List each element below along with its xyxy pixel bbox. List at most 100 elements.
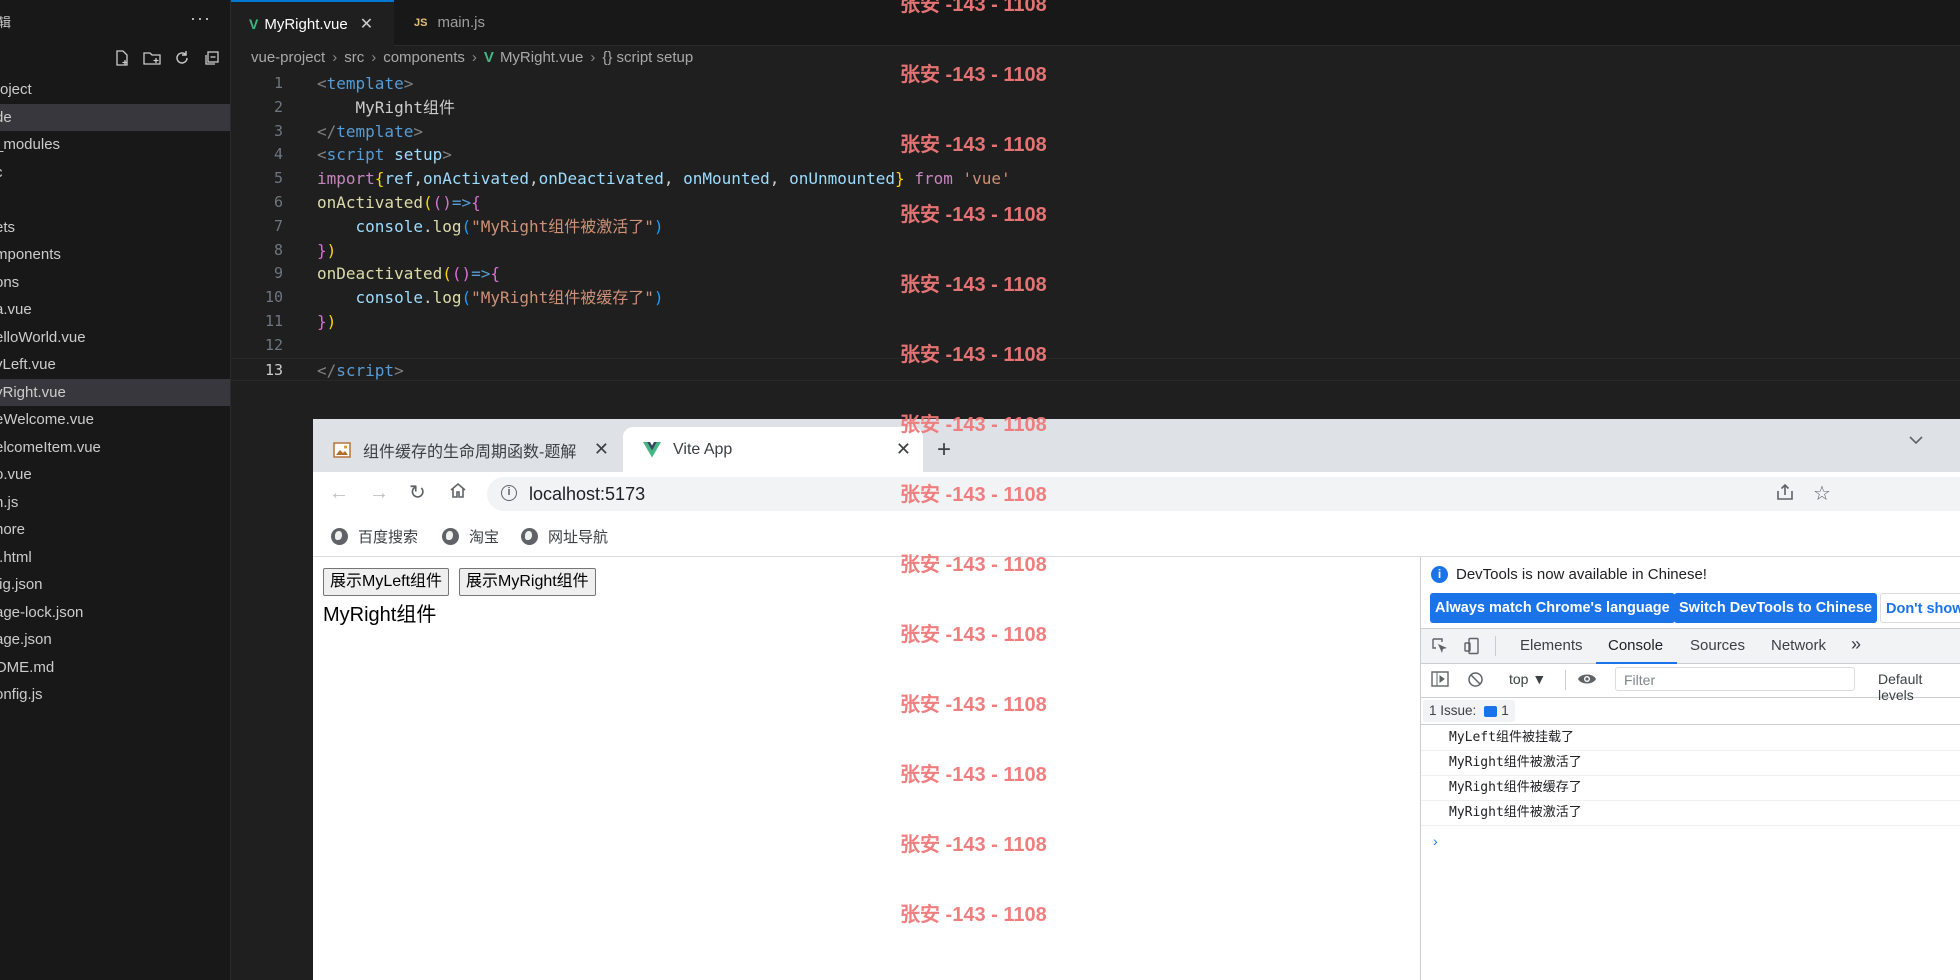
file-tree-item-label: nore [0, 521, 26, 538]
more-tabs-icon[interactable]: » [1851, 634, 1861, 655]
issues-button[interactable]: 1 Issue: 1 [1423, 700, 1515, 722]
breadcrumb-item[interactable]: src [344, 49, 364, 66]
back-icon[interactable]: ← [329, 482, 349, 505]
file-tree-item[interactable]: de [0, 103, 230, 131]
file-tree-item[interactable]: onfig.js [0, 681, 230, 709]
tab-sources[interactable]: Sources [1690, 637, 1745, 654]
chevron-right-icon: › [590, 49, 596, 66]
file-tree-item[interactable]: t.html [0, 544, 230, 572]
device-toolbar-icon[interactable] [1463, 637, 1481, 660]
more-actions-icon[interactable]: ··· [190, 8, 211, 29]
breadcrumb-item[interactable]: vue-project [251, 49, 325, 66]
file-tree-item[interactable]: age-lock.json [0, 599, 230, 627]
console-filter-input[interactable]: Filter [1615, 667, 1855, 691]
tab-console[interactable]: Console [1595, 637, 1678, 664]
tab-label: MyRight.vue [264, 15, 348, 33]
show-myright-button[interactable]: 展示MyRight组件 [459, 568, 596, 596]
divider [1495, 636, 1496, 656]
file-tree-item[interactable]: age.json [0, 626, 230, 654]
file-tree-item[interactable]: mponents [0, 241, 230, 269]
tab-myright-vue[interactable]: V MyRight.vue ✕ [231, 0, 394, 47]
file-tree-item-label: de [0, 108, 12, 126]
new-folder-icon[interactable] [142, 49, 162, 67]
file-tree-item[interactable]: elloWorld.vue [0, 324, 230, 352]
sidebar-toggle-icon[interactable] [1431, 671, 1449, 692]
file-tree-item[interactable]: ons [0, 269, 230, 297]
file-tree-item[interactable]: ets [0, 214, 230, 242]
clear-console-icon[interactable] [1467, 671, 1484, 693]
chevron-right-icon: › [471, 49, 477, 66]
switch-to-chinese-button[interactable]: Switch DevTools to Chinese [1674, 593, 1878, 623]
watermark-text: 张安 -143 - 1108 [900, 204, 1047, 226]
code-line: </template> [317, 121, 423, 141]
file-tree-item[interactable]: c [0, 159, 230, 187]
line-number: 3 [273, 121, 283, 140]
file-tree-item[interactable]: OME.md [0, 654, 230, 682]
notice-text: DevTools is now available in Chinese! [1456, 566, 1707, 583]
file-tree-item-label: yLeft.vue [0, 356, 56, 373]
file-tree-item[interactable] [0, 186, 230, 214]
file-tree-item-label: ons [0, 273, 20, 291]
file-tree-item[interactable]: eWelcome.vue [0, 406, 230, 434]
home-icon[interactable] [449, 481, 467, 505]
watermark-text: 张安 -143 - 1108 [900, 904, 1047, 926]
line-number: 11 [264, 311, 283, 330]
tab-main-js[interactable]: JS main.js [396, 0, 546, 45]
console-prompt[interactable]: › [1433, 833, 1438, 849]
bookmark-nav[interactable]: 网址导航 [521, 526, 608, 547]
devtools-panel: i DevTools is now available in Chinese! … [1420, 557, 1960, 980]
code-editor[interactable]: 1 <template> 2 MyRight组件 3 </template> 4 <s… [231, 72, 1960, 382]
browser-toolbar: ← → ↻ i localhost:5173 ☆ [313, 472, 1960, 516]
bookmark-star-icon[interactable]: ☆ [1813, 481, 1831, 506]
code-line: console.log("MyRight组件被激活了") [355, 216, 664, 236]
file-tree-item-label: a.vue [0, 301, 32, 318]
show-myleft-button[interactable]: 展示MyLeft组件 [323, 568, 450, 596]
context-selector[interactable]: top ▼ [1509, 671, 1546, 687]
breadcrumb-item[interactable]: components [383, 49, 465, 66]
file-tree-item-label: t.html [0, 548, 32, 566]
file-tree-item[interactable]: _modules [0, 131, 230, 159]
file-tree-item[interactable]: a.vue [0, 296, 230, 324]
file-tree-item[interactable]: n.js [0, 489, 230, 517]
bookmark-taobao[interactable]: 淘宝 [442, 526, 499, 547]
globe-icon [331, 528, 348, 545]
file-tree-item[interactable]: yRight.vue [0, 378, 230, 406]
breadcrumb-item[interactable]: MyRight.vue [500, 49, 583, 66]
match-language-button[interactable]: Always match Chrome's language [1430, 593, 1675, 623]
collapse-all-icon[interactable] [202, 49, 222, 67]
inspect-element-icon[interactable] [1431, 637, 1449, 660]
breadcrumb-item[interactable]: {} script setup [602, 49, 693, 66]
tab-label: main.js [437, 14, 485, 31]
new-file-icon[interactable] [112, 49, 132, 67]
close-icon[interactable]: ✕ [360, 14, 373, 34]
tab-elements[interactable]: Elements [1520, 637, 1583, 654]
reload-icon[interactable]: ↻ [409, 480, 426, 505]
tab-network[interactable]: Network [1771, 637, 1826, 654]
watermark-text: 张安 -143 - 1108 [900, 484, 1047, 506]
file-tree-item[interactable]: elcomeItem.vue [0, 434, 230, 462]
dont-show-button[interactable]: Don't show [1880, 593, 1960, 623]
address-bar[interactable]: i localhost:5173 ☆ [487, 477, 1960, 511]
browser-tab-vite-app[interactable]: Vite App ✕ [623, 427, 923, 472]
forward-icon[interactable]: → [369, 482, 389, 505]
file-tree-item[interactable]: yLeft.vue [0, 351, 230, 379]
watermark-text: 张安 -143 - 1108 [900, 134, 1047, 156]
watermark-text: 张安 -143 - 1108 [900, 344, 1047, 366]
browser-tab-tijie[interactable]: 组件缓存的生命周期函数-题解 ✕ [313, 427, 621, 472]
site-info-icon[interactable]: i [501, 485, 517, 501]
file-tree-item[interactable]: roject [0, 76, 230, 104]
tab-search-icon[interactable] [1908, 432, 1924, 448]
share-icon[interactable] [1775, 483, 1795, 506]
line-number: 6 [273, 192, 283, 211]
console-message: MyRight组件被缓存了 [1421, 775, 1960, 801]
watermark-text: 张安 -143 - 1108 [900, 834, 1047, 856]
file-tree-item[interactable]: nore [0, 516, 230, 544]
file-tree-item[interactable]: o.vue [0, 461, 230, 489]
refresh-icon[interactable] [172, 49, 192, 67]
bookmark-baidu[interactable]: 百度搜索 [331, 526, 418, 547]
close-icon[interactable]: ✕ [896, 439, 911, 460]
file-tree-item[interactable]: fig.json [0, 571, 230, 599]
eye-icon[interactable] [1577, 672, 1597, 691]
close-icon[interactable]: ✕ [594, 439, 609, 460]
new-tab-button[interactable]: + [937, 436, 951, 464]
